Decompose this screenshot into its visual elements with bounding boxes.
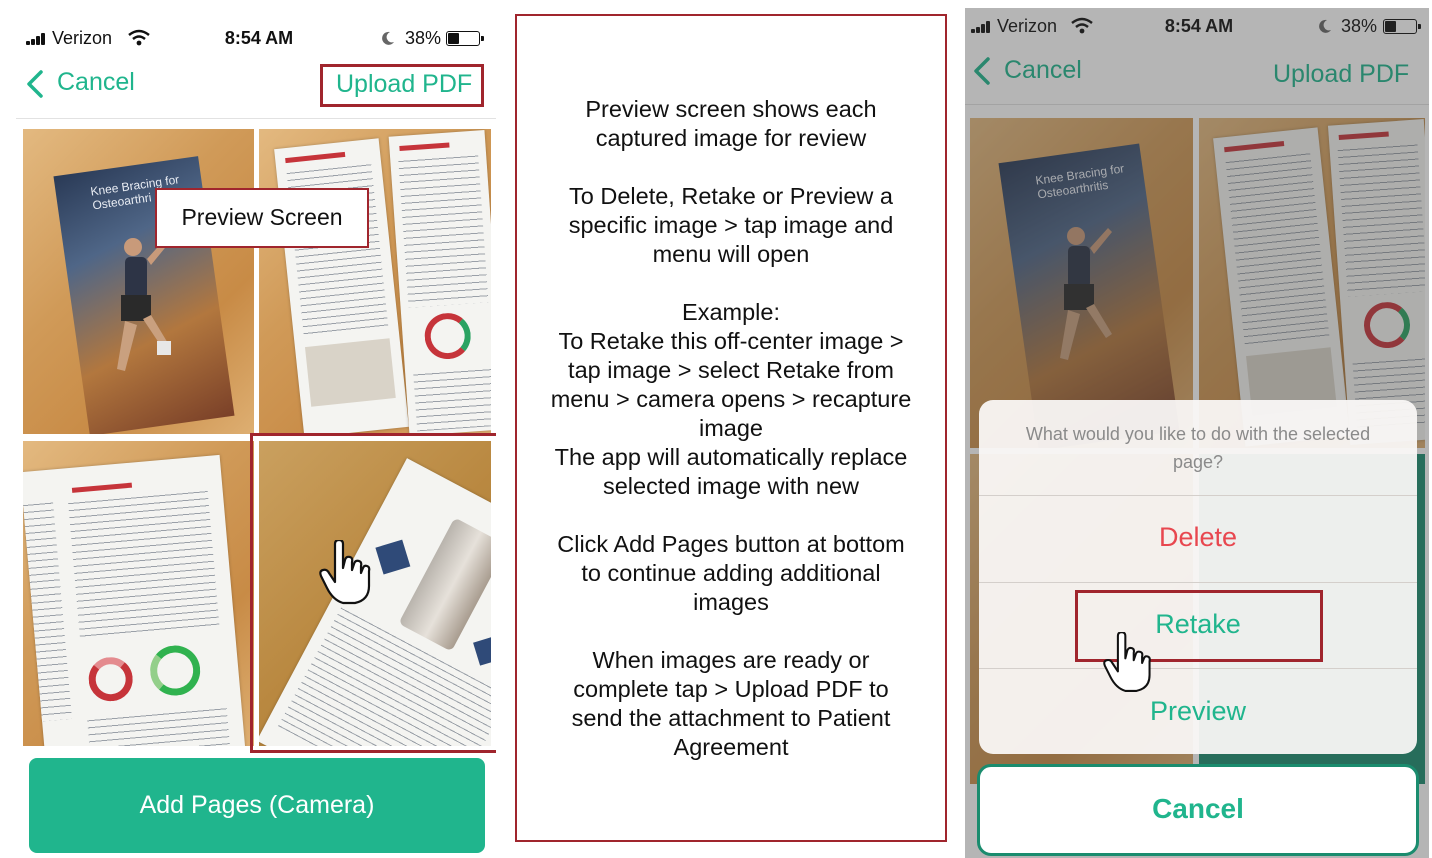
cancel-button[interactable]: Cancel [26,66,156,102]
do-not-disturb-icon [382,31,394,45]
action-sheet-cancel-label: Cancel [1152,793,1244,824]
status-bar: Verizon 8:54 AM 38% [16,22,496,52]
brochure-open-pages [23,454,246,746]
battery-icon [446,31,484,46]
nav-divider [16,118,496,119]
delete-option[interactable]: Delete [979,522,1417,553]
action-sheet-prompt: What would you like to do with the selec… [1025,424,1371,472]
cancel-label: Cancel [57,68,135,96]
right-phone-screen: Verizon 8:54 AM 38% Cancel Upload PDF Kn… [965,8,1429,858]
action-sheet-cancel-button[interactable]: Cancel [977,764,1419,856]
thumbnail-page-2[interactable] [259,129,491,434]
instruction-paragraph-2: To Delete, Retake or Preview a specific … [568,183,894,267]
instruction-paragraph-3: Example: To Retake this off-center image… [550,299,912,499]
add-pages-camera-button[interactable]: Add Pages (Camera) [29,758,485,853]
pointer-hand-icon [1103,632,1151,692]
carrier-name: Verizon [52,28,113,48]
instructions-box: Preview screen shows each captured image… [515,14,947,842]
wifi-icon [128,29,150,46]
thumbnail-page-3[interactable] [23,441,254,746]
preview-screen-callout: Preview Screen [155,188,369,248]
chevron-left-icon [27,70,43,98]
add-pages-label: Add Pages (Camera) [139,791,375,819]
preview-screen-callout-text: Preview Screen [181,204,343,230]
pointer-hand-icon [319,540,371,605]
preview-option[interactable]: Preview [979,696,1417,727]
brochure-page-left [274,138,409,434]
battery-percent: 38% [405,28,442,48]
action-sheet: What would you like to do with the selec… [979,400,1417,754]
left-phone-screen: Verizon 8:54 AM 38% Cancel Upload PDF Kn… [16,20,496,858]
clock: 8:54 AM [224,28,294,48]
instruction-paragraph-5: When images are ready or complete tap > … [571,647,891,760]
thumbnail-page-1[interactable]: Knee Bracing for Osteoarthri [23,129,254,434]
signal-icon [26,33,48,45]
instruction-paragraph-1: Preview screen shows each captured image… [585,96,877,151]
hiker-illustration [117,238,171,371]
upload-pdf-button[interactable]: Upload PDF [336,70,472,99]
instruction-paragraph-4: Click Add Pages button at bottom to cont… [557,531,905,615]
